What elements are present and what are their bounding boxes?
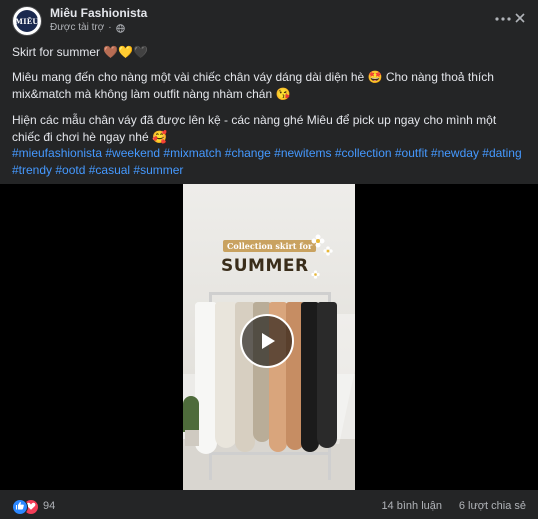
post-footer: 94 14 bình luận 6 lượt chia sẻ bbox=[12, 499, 526, 515]
avatar[interactable]: MIÊU bbox=[12, 6, 42, 36]
play-button[interactable] bbox=[240, 314, 294, 368]
post-header: MIÊU Miêu Fashionista Được tài trợ · bbox=[12, 6, 526, 36]
skirt-image bbox=[215, 302, 237, 448]
post-title: Skirt for summer 🤎💛🖤 bbox=[12, 45, 149, 59]
play-icon bbox=[262, 333, 275, 349]
post-paragraph-1: Miêu mang đến cho nàng một vài chiếc châ… bbox=[12, 70, 494, 101]
hashtag-list[interactable]: #mieufashionista #weekend #mixmatch #cha… bbox=[12, 145, 526, 179]
like-icon[interactable] bbox=[12, 499, 28, 515]
sponsored-label[interactable]: Được tài trợ bbox=[50, 22, 104, 34]
clothing-rack bbox=[209, 292, 331, 295]
plant-decoration bbox=[183, 396, 199, 432]
video-player[interactable]: Collection skirt for SUMMER bbox=[0, 184, 538, 490]
skirt-image bbox=[317, 302, 337, 448]
overlay-title: SUMMER bbox=[221, 256, 309, 276]
page-logo: MIÊU bbox=[15, 10, 39, 32]
reaction-count[interactable]: 94 bbox=[43, 500, 55, 512]
post-paragraph-2: Hiện các mẫu chân váy đã được lên kệ - c… bbox=[12, 113, 497, 144]
post-meta: Được tài trợ · bbox=[50, 22, 125, 34]
page-name[interactable]: Miêu Fashionista bbox=[50, 6, 147, 20]
more-icon[interactable] bbox=[494, 12, 512, 26]
daisy-icon bbox=[323, 246, 333, 256]
close-icon[interactable] bbox=[514, 12, 526, 24]
video-thumbnail[interactable]: Collection skirt for SUMMER bbox=[183, 184, 355, 490]
overlay-subtitle: Collection skirt for bbox=[223, 240, 317, 252]
comment-count[interactable]: 14 bình luận bbox=[381, 500, 442, 512]
globe-icon bbox=[115, 23, 125, 33]
post-card: MIÊU Miêu Fashionista Được tài trợ · Ski… bbox=[0, 0, 538, 519]
share-count[interactable]: 6 lượt chia sẻ bbox=[459, 500, 526, 512]
daisy-icon bbox=[311, 270, 320, 279]
